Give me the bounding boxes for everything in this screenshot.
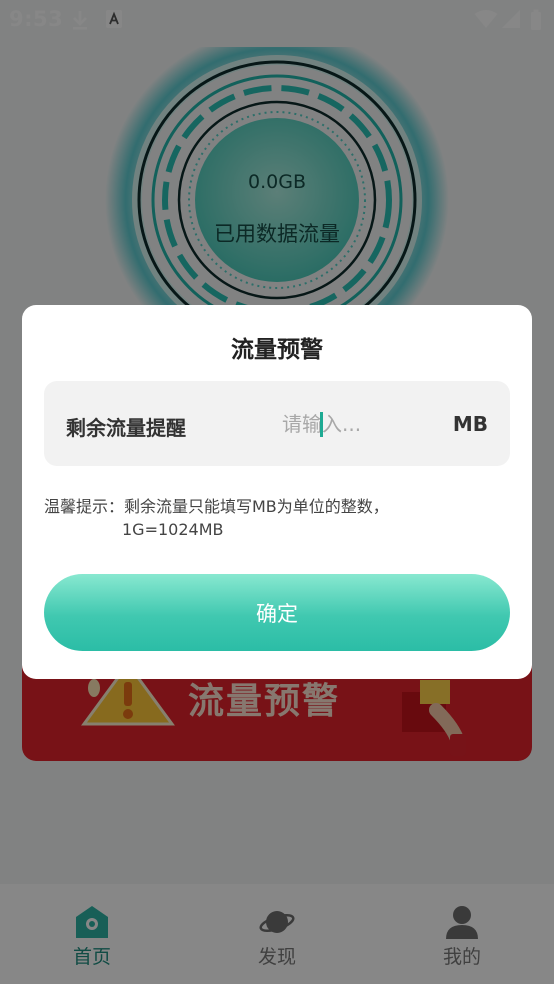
tip-line-1: 温馨提示：剩余流量只能填写MB为单位的整数， xyxy=(44,497,389,516)
unit-label: MB xyxy=(452,412,488,436)
traffic-warning-dialog: 流量预警 剩余流量提醒 MB 温馨提示：剩余流量只能填写MB为单位的整数， 1G… xyxy=(22,305,532,679)
remaining-data-label: 剩余流量提醒 xyxy=(66,416,186,440)
tip-line-2: 1G=1024MB xyxy=(122,520,224,539)
dialog-title: 流量预警 xyxy=(231,337,323,363)
remaining-data-field: 剩余流量提醒 MB xyxy=(44,381,510,466)
tip-text: 温馨提示：剩余流量只能填写MB为单位的整数， 1G=1024MB xyxy=(44,495,484,541)
app-screen: 9:53 0.0GB 已用数据流量 流量预警 首页 发现 我的 流量预警 剩余流… xyxy=(0,0,554,984)
remaining-data-input[interactable] xyxy=(282,405,432,443)
confirm-button[interactable]: 确定 xyxy=(44,574,510,651)
text-caret xyxy=(320,412,323,437)
